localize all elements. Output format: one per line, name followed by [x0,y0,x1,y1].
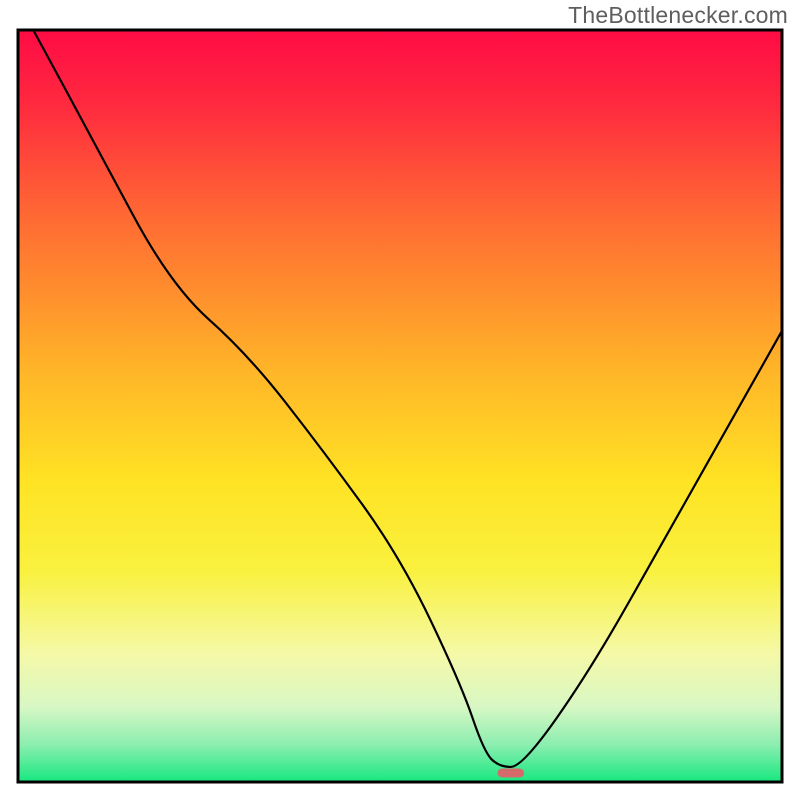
optimal-marker [497,768,524,777]
bottleneck-chart [0,0,800,800]
watermark-text: TheBottlenecker.com [568,2,788,29]
plot-area [18,30,782,782]
chart-container: TheBottlenecker.com [0,0,800,800]
plot-background [18,30,782,782]
